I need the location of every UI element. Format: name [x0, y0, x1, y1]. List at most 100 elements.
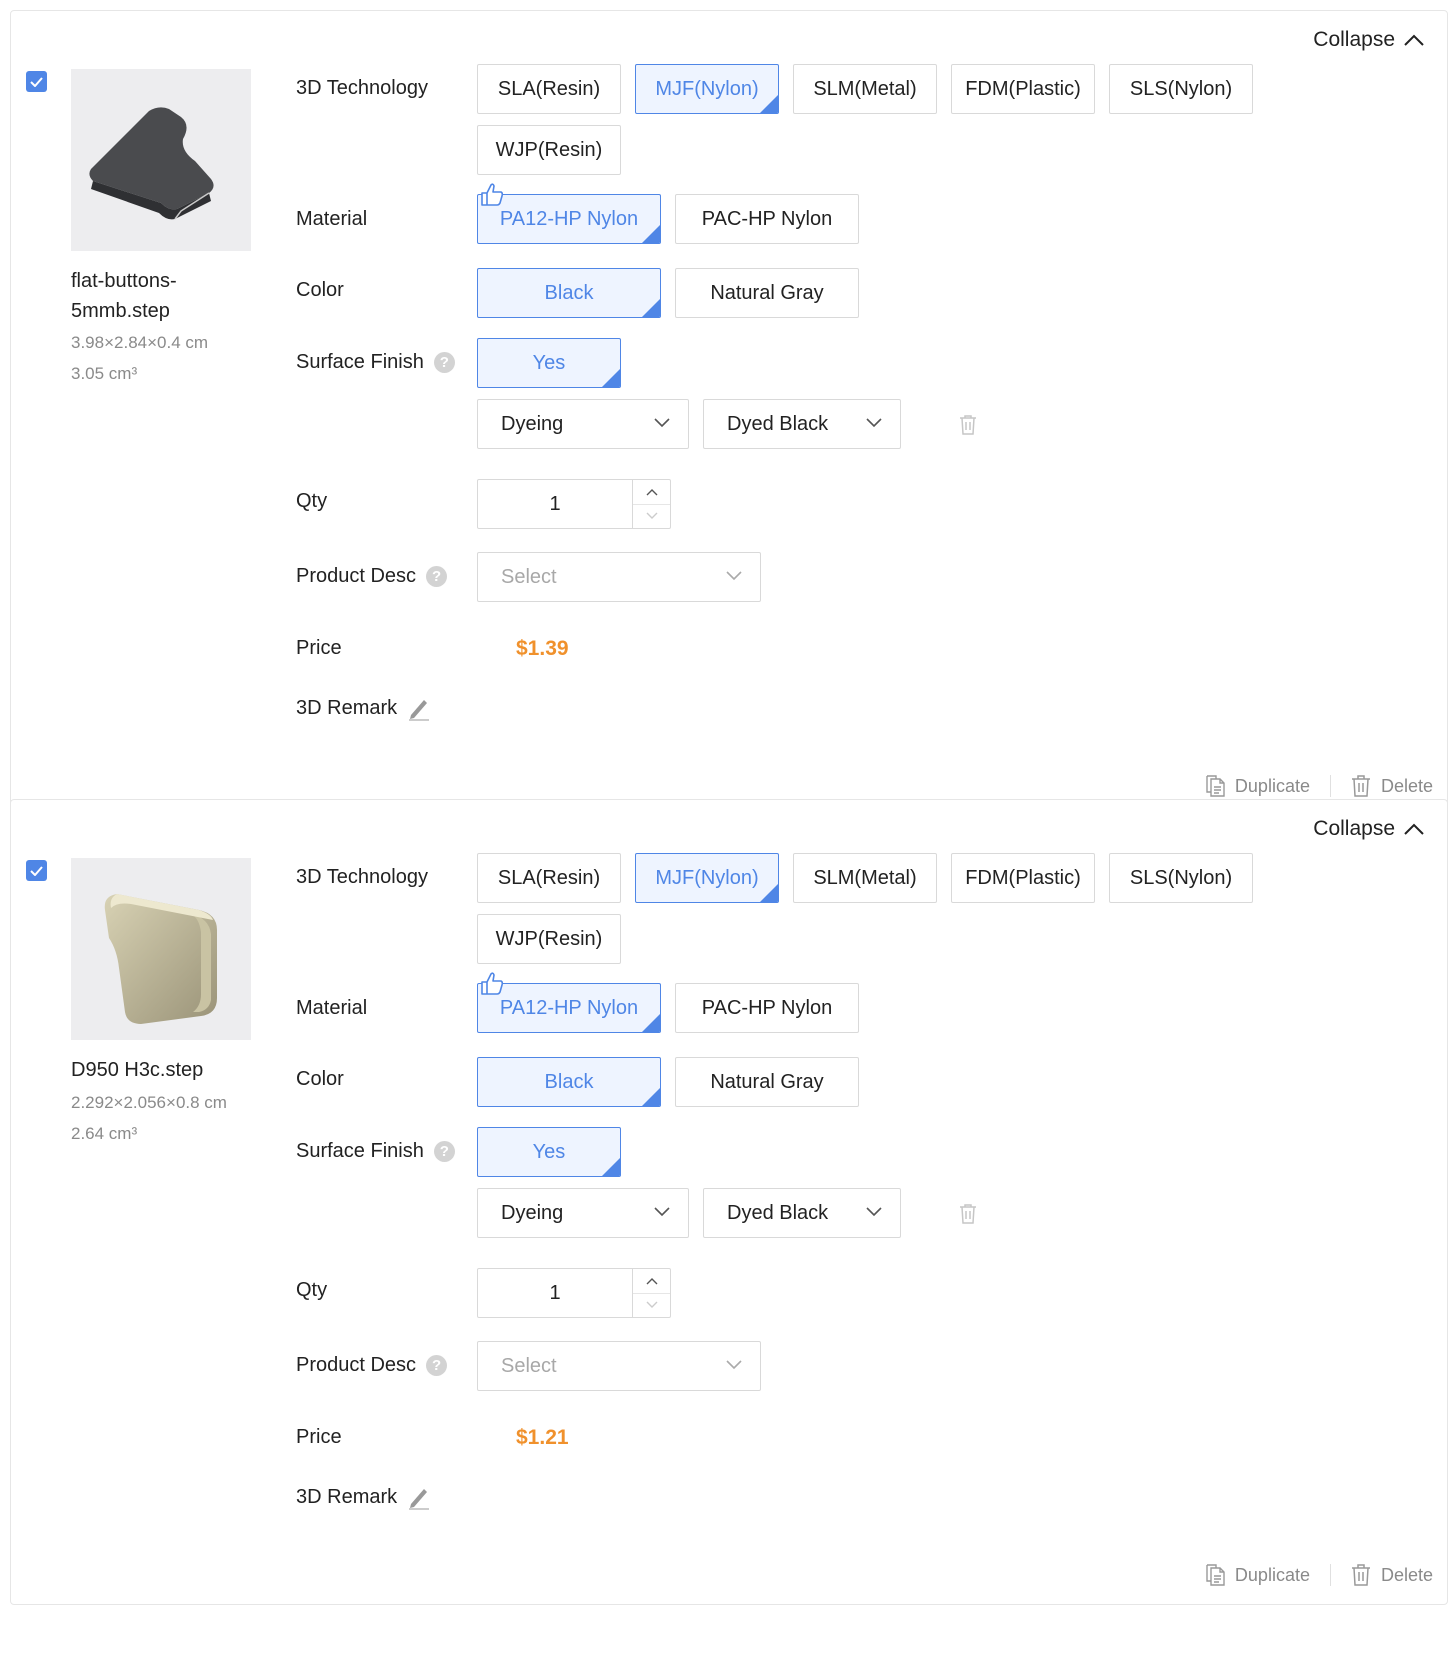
surface-finish-option[interactable]: Yes	[477, 338, 621, 388]
tech-option[interactable]: MJF(Nylon)	[635, 64, 779, 114]
part-volume: 3.05 cm³	[71, 364, 138, 383]
color-option[interactable]: Black	[477, 268, 661, 318]
qty-stepper[interactable]: 1	[477, 1268, 671, 1318]
color-option[interactable]: Black	[477, 1057, 661, 1107]
tech-option[interactable]: MJF(Nylon)	[635, 853, 779, 903]
product-desc-select[interactable]: Select	[477, 552, 761, 602]
part-checkbox[interactable]	[26, 860, 47, 881]
color-option[interactable]: Natural Gray	[675, 1057, 859, 1107]
part-dimensions: 3.98×2.84×0.4 cm	[71, 333, 209, 352]
remark-label[interactable]: 3D Remark	[296, 1484, 431, 1510]
product-desc-label: Product Desc ?	[296, 565, 448, 588]
chevron-down-icon	[866, 1207, 882, 1217]
thumbs-up-icon	[481, 972, 504, 995]
trash-icon	[1351, 775, 1370, 797]
tech-option[interactable]: WJP(Resin)	[477, 914, 621, 964]
duplicate-label: Duplicate	[1234, 1564, 1310, 1585]
part-thumbnail	[71, 69, 251, 251]
tech-option[interactable]: SLA(Resin)	[477, 64, 621, 114]
duplicate-button[interactable]: Duplicate	[1205, 775, 1310, 797]
qty-stepper[interactable]: 1	[477, 479, 671, 529]
help-icon[interactable]: ?	[426, 1355, 448, 1376]
delete-label: Delete	[1380, 775, 1433, 796]
part-filename: D950 H3c.step	[71, 1059, 204, 1081]
trash-icon[interactable]	[959, 414, 977, 435]
tech-option[interactable]: SLS(Nylon)	[1109, 853, 1253, 903]
delete-label: Delete	[1380, 1564, 1433, 1585]
pencil-icon[interactable]	[407, 1484, 431, 1510]
help-icon[interactable]: ?	[433, 1141, 455, 1162]
finish-type-select[interactable]: Dyeing	[477, 1188, 689, 1238]
color-label: Color	[296, 279, 344, 301]
chevron-down-icon	[654, 418, 670, 428]
part-model-image	[104, 894, 217, 1024]
tech-option[interactable]: SLM(Metal)	[793, 853, 937, 903]
part-card: Collapse flat-buttons-5mmb.step 3.98×2.8…	[10, 10, 1448, 816]
chevron-down-icon	[866, 418, 882, 428]
chevron-down-icon	[646, 512, 657, 520]
tech-option[interactable]: SLA(Resin)	[477, 853, 621, 903]
duplicate-button[interactable]: Duplicate	[1205, 1564, 1310, 1586]
checkbox-check-icon	[30, 76, 43, 87]
finish-color-select[interactable]: Dyed Black	[703, 1188, 901, 1238]
finish-type-select[interactable]: Dyeing	[477, 399, 689, 449]
duplicate-label: Duplicate	[1234, 775, 1310, 796]
qty-decrement[interactable]	[633, 505, 670, 529]
checkbox-check-icon	[30, 865, 43, 876]
collapse-label: Collapse	[1313, 28, 1395, 51]
remark-label[interactable]: 3D Remark	[296, 695, 431, 721]
help-icon[interactable]: ?	[433, 352, 455, 373]
thumbs-up-icon	[481, 183, 504, 206]
price-value: $1.21	[516, 1426, 569, 1449]
material-label: Material	[296, 997, 368, 1019]
collapse-toggle[interactable]: Collapse	[1313, 817, 1425, 841]
surface-finish-option[interactable]: Yes	[477, 1127, 621, 1177]
card-actions: Duplicate Delete	[1205, 1564, 1433, 1586]
help-icon[interactable]: ?	[426, 566, 448, 587]
surface-finish-label: Surface Finish ?	[296, 351, 455, 374]
duplicate-icon	[1206, 1564, 1225, 1586]
price-value: $1.39	[516, 637, 569, 660]
chevron-up-icon	[646, 1277, 657, 1285]
tech-option[interactable]: FDM(Plastic)	[951, 853, 1095, 903]
qty-increment[interactable]	[633, 1269, 670, 1294]
price-label: Price	[296, 1426, 342, 1448]
delete-button[interactable]: Delete	[1351, 775, 1433, 797]
action-divider	[1329, 1564, 1331, 1586]
part-volume: 2.64 cm³	[71, 1124, 138, 1143]
qty-increment[interactable]	[633, 480, 670, 505]
delete-button[interactable]: Delete	[1351, 1564, 1433, 1586]
technology-label: 3D Technology	[296, 866, 428, 888]
qty-value[interactable]: 1	[478, 1269, 632, 1317]
trash-icon	[1351, 1564, 1370, 1586]
chevron-down-icon	[654, 1207, 670, 1217]
surface-finish-label: Surface Finish ?	[296, 1140, 455, 1163]
tech-option[interactable]: SLS(Nylon)	[1109, 64, 1253, 114]
chevron-up-icon	[646, 488, 657, 496]
action-divider	[1329, 775, 1331, 797]
collapse-label: Collapse	[1313, 817, 1395, 840]
qty-label: Qty	[296, 490, 328, 512]
material-option[interactable]: PAC-HP Nylon	[675, 983, 859, 1033]
color-label: Color	[296, 1068, 344, 1090]
tech-option[interactable]: FDM(Plastic)	[951, 64, 1095, 114]
chevron-up-icon	[1404, 823, 1424, 835]
finish-color-select[interactable]: Dyed Black	[703, 399, 901, 449]
chevron-down-icon	[646, 1301, 657, 1309]
qty-decrement[interactable]	[633, 1294, 670, 1318]
product-desc-select[interactable]: Select	[477, 1341, 761, 1391]
material-option[interactable]: PAC-HP Nylon	[675, 194, 859, 244]
collapse-toggle[interactable]: Collapse	[1313, 28, 1425, 52]
color-option[interactable]: Natural Gray	[675, 268, 859, 318]
part-card: Collapse D950 H3c.step 2.292×2.056×0.8 c…	[10, 799, 1448, 1605]
tech-option[interactable]: SLM(Metal)	[793, 64, 937, 114]
part-thumbnail	[71, 858, 251, 1040]
tech-option[interactable]: WJP(Resin)	[477, 125, 621, 175]
trash-icon[interactable]	[959, 1203, 977, 1224]
part-checkbox[interactable]	[26, 71, 47, 92]
card-actions: Duplicate Delete	[1205, 775, 1433, 797]
pencil-icon[interactable]	[407, 695, 431, 721]
chevron-down-icon	[726, 1360, 742, 1370]
part-dimensions: 2.292×2.056×0.8 cm	[71, 1093, 227, 1112]
qty-value[interactable]: 1	[478, 480, 632, 528]
